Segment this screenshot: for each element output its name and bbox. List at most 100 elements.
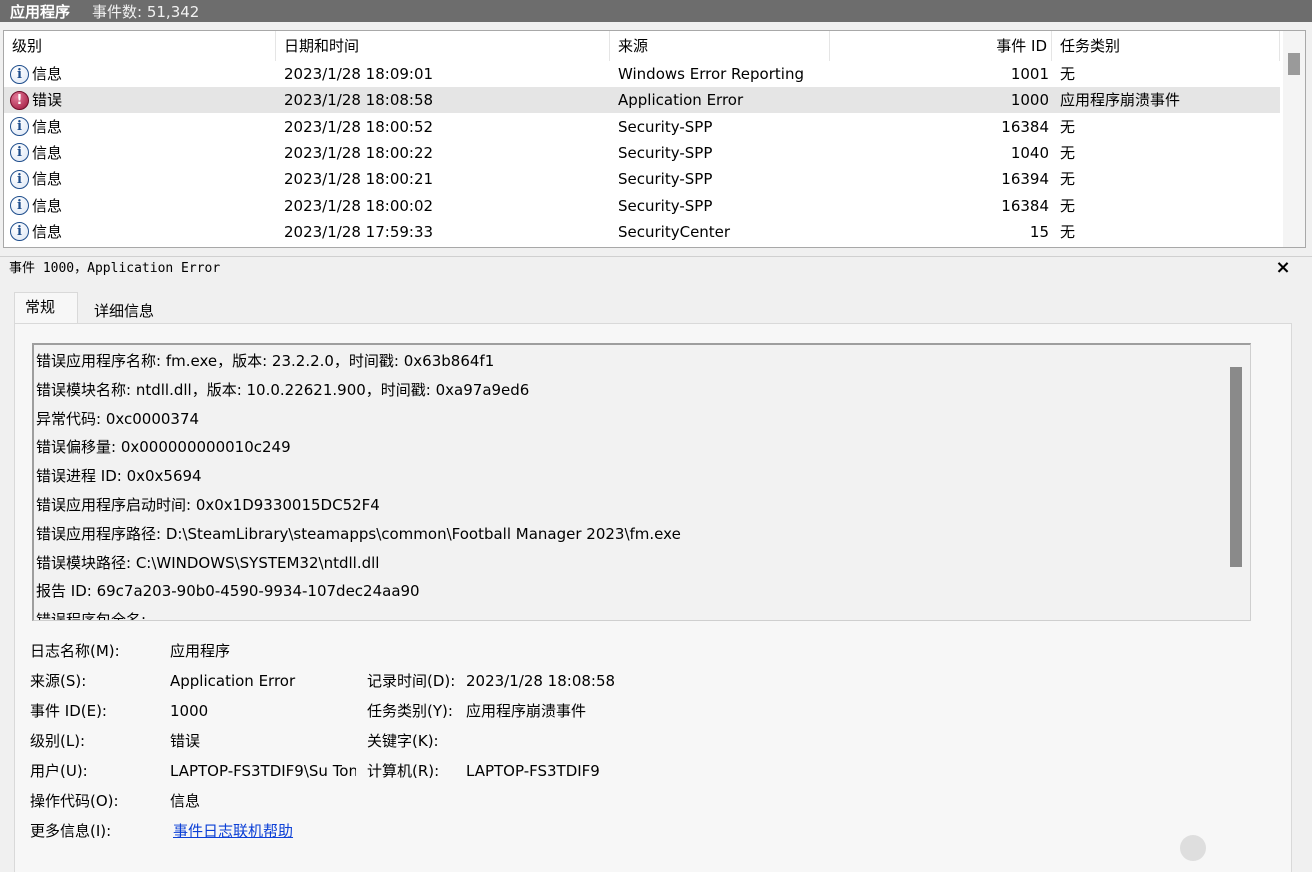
row-datetime: 2023/1/28 18:00:21 <box>284 170 434 189</box>
row-source: SecurityCenter <box>618 222 731 241</box>
event-id-value: 1000 <box>170 702 209 720</box>
event-id-label: 事件 ID(E): <box>30 702 107 720</box>
task-category-label: 任务类别(Y): <box>367 702 453 720</box>
row-event-id: 16394 <box>1001 170 1049 189</box>
table-row[interactable]: 信息 2023/1/28 17:59:33 SecurityCenter 15 无 <box>4 219 1280 245</box>
row-task-category: 无 <box>1060 170 1076 189</box>
row-level: 信息 <box>10 193 270 219</box>
row-event-id: 1040 <box>1010 143 1049 162</box>
log-name-label: 日志名称(M): <box>30 642 120 660</box>
row-source: Windows Error Reporting <box>618 65 804 83</box>
table-row[interactable]: 信息 2023/1/28 18:00:52 Security-SPP 16384 无 <box>4 114 1280 140</box>
column-header-task[interactable]: 任务类别 <box>1052 31 1280 61</box>
info-icon <box>10 117 29 137</box>
list-scrollbar-thumb[interactable] <box>1288 53 1300 75</box>
event-description[interactable]: 错误应用程序名称: fm.exe，版本: 23.2.2.0，时间戳: 0x63b… <box>32 343 1251 621</box>
table-row[interactable]: 信息 2023/1/28 18:00:21 Security-SPP 16394 无 <box>4 166 1280 192</box>
table-row[interactable]: 信息 2023/1/28 18:00:22 Security-SPP 1040 无 <box>4 140 1280 166</box>
info-icon <box>10 196 29 215</box>
table-row[interactable]: 错误 2023/1/28 18:08:58 Application Error 100… <box>4 87 1280 114</box>
row-datetime: 2023/1/28 18:00:02 <box>284 196 434 215</box>
row-datetime: 2023/1/28 18:08:58 <box>284 91 434 110</box>
computer-label: 计算机(R): <box>367 762 440 780</box>
close-icon[interactable]: × <box>1274 258 1292 278</box>
row-datetime: 2023/1/28 17:59:33 <box>284 222 434 241</box>
keywords-value <box>466 726 686 756</box>
row-task-category: 无 <box>1060 143 1076 162</box>
row-task-category: 无 <box>1060 222 1076 241</box>
description-scrollbar-thumb[interactable] <box>1230 367 1242 567</box>
row-datetime: 2023/1/28 18:00:22 <box>284 143 434 162</box>
column-header-datetime[interactable]: 日期和时间 <box>276 31 610 61</box>
list-header: 级别 日期和时间 来源 事件 ID 任务类别 <box>4 31 1284 61</box>
watermark-logo <box>1180 828 1305 868</box>
watermark-icon <box>1180 835 1206 861</box>
row-level: 错误 <box>10 87 270 113</box>
description-line: 错误进程 ID: 0x0x5694 <box>36 467 202 486</box>
row-level-text: 信息 <box>32 143 63 162</box>
log-name-value: 应用程序 <box>170 642 231 660</box>
info-icon <box>10 222 29 242</box>
logged-value: 2023/1/28 18:08:58 <box>466 672 616 690</box>
description-line: 报告 ID: 69c7a203-90b0-4590-9934-107dec24a… <box>36 582 420 601</box>
row-level: 信息 <box>10 114 270 140</box>
description-line: 错误应用程序启动时间: 0x0x1D9330015DC52F4 <box>36 496 380 514</box>
row-source: Security-SPP <box>618 143 713 162</box>
event-log-online-help-link[interactable]: 事件日志联机帮助 <box>173 816 363 846</box>
log-title: 应用程序 <box>10 2 71 21</box>
description-line: 错误偏移量: 0x000000000010c249 <box>36 438 291 457</box>
row-level-text: 错误 <box>32 91 63 110</box>
info-icon <box>10 169 29 189</box>
row-level-text: 信息 <box>32 196 63 215</box>
row-event-id: 1000 <box>1010 91 1049 110</box>
source-label: 来源(S): <box>30 672 87 690</box>
row-source: Security-SPP <box>618 170 713 189</box>
row-level-text: 信息 <box>32 222 63 241</box>
row-level-text: 信息 <box>32 117 63 136</box>
tab-general[interactable]: 常规 <box>14 292 78 324</box>
row-source: Application Error <box>618 91 744 110</box>
list-scrollbar[interactable] <box>1283 31 1305 247</box>
row-datetime: 2023/1/28 18:09:01 <box>284 65 434 83</box>
computer-value: LAPTOP-FS3TDIF9 <box>466 762 600 780</box>
description-line: 错误模块路径: C:\WINDOWS\SYSTEM32\ntdll.dll <box>36 553 380 572</box>
table-row[interactable]: 信息 2023/1/28 18:09:01 Windows Error Report… <box>4 61 1280 87</box>
task-category-value: 应用程序崩溃事件 <box>466 702 587 720</box>
description-line: 错误模块名称: ntdll.dll，版本: 10.0.22621.900，时间戳… <box>36 380 530 399</box>
user-value: LAPTOP-FS3TDIF9\Su Tong <box>170 762 356 780</box>
info-icon <box>10 143 29 163</box>
row-datetime: 2023/1/28 18:00:52 <box>284 117 434 136</box>
column-header-level[interactable]: 级别 <box>4 31 276 61</box>
row-level: 信息 <box>10 219 270 245</box>
column-header-event-id[interactable]: 事件 ID <box>830 31 1052 61</box>
event-count: 事件数: 51,342 <box>92 2 200 21</box>
event-list[interactable]: 级别 日期和时间 来源 事件 ID 任务类别 信息 2023/1/28 18:09… <box>3 30 1306 248</box>
row-task-category: 无 <box>1060 196 1076 215</box>
row-source: Security-SPP <box>618 196 713 215</box>
row-event-id: 16384 <box>1001 117 1049 136</box>
row-task-category: 无 <box>1060 65 1076 83</box>
description-line: 异常代码: 0xc0000374 <box>36 409 200 428</box>
level-label: 级别(L): <box>30 732 86 750</box>
keywords-label: 关键字(K): <box>367 732 439 750</box>
description-line: 错误应用程序路径: D:\SteamLibrary\steamapps\comm… <box>36 524 681 543</box>
row-level-text: 信息 <box>32 170 63 189</box>
row-level: 信息 <box>10 61 270 87</box>
column-header-source[interactable]: 来源 <box>610 31 830 61</box>
row-task-category: 无 <box>1060 117 1076 136</box>
level-value: 错误 <box>170 732 201 750</box>
row-task-category: 应用程序崩溃事件 <box>1060 91 1181 110</box>
table-row[interactable]: 信息 2023/1/28 18:00:02 Security-SPP 16384 无 <box>4 193 1280 219</box>
row-level-text: 信息 <box>32 65 63 83</box>
description-line: 错误程序包全名: <box>36 611 147 621</box>
logged-label: 记录时间(D): <box>367 672 456 690</box>
row-source: Security-SPP <box>618 117 713 136</box>
row-event-id: 1001 <box>1010 65 1049 83</box>
info-icon <box>10 64 29 84</box>
row-event-id: 16384 <box>1001 196 1049 215</box>
user-label: 用户(U): <box>30 762 88 780</box>
source-value: Application Error <box>170 672 296 690</box>
more-info-label: 更多信息(I): <box>30 822 112 840</box>
error-icon <box>10 90 29 110</box>
log-header-bar: 应用程序 事件数: 51,342 <box>0 0 1312 22</box>
